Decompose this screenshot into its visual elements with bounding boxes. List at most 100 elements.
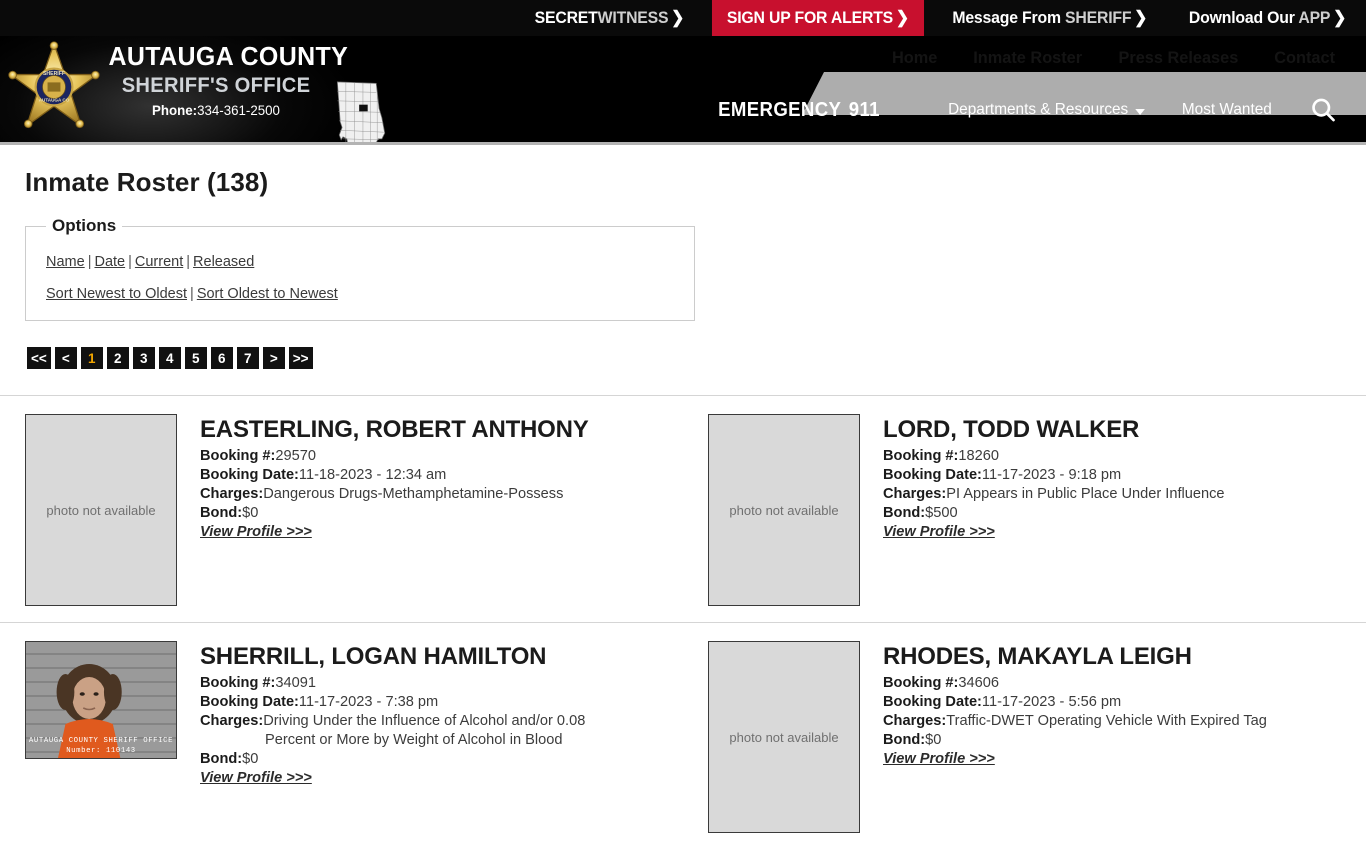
- booking-number-label: Booking #:: [883, 448, 959, 464]
- download-app-strong: Download Our: [1188, 8, 1299, 27]
- pagination-last[interactable]: >>: [288, 347, 313, 369]
- option-released[interactable]: Released: [193, 254, 254, 270]
- sign-up-for-alerts-link[interactable]: SIGN UP FOR ALERTS ❯: [711, 0, 924, 36]
- primary-nav: Home Inmate Roster Press Releases Contac…: [875, 36, 1366, 79]
- booking-date-field: Booking Date:11-17-2023 - 9:18 pm: [883, 466, 1366, 485]
- booking-date-value: 11-18-2023 - 12:34 am: [298, 467, 447, 483]
- chevron-right-icon: ❯: [1333, 8, 1347, 27]
- bond-value: $500: [925, 505, 958, 521]
- nav-item-contact[interactable]: Contact: [1259, 48, 1350, 68]
- bond-value: $0: [242, 505, 259, 521]
- charges-value: Traffic-DWET Operating Vehicle With Expi…: [946, 713, 1267, 729]
- roster-row: photo not available EASTERLING, ROBERT A…: [0, 396, 1366, 623]
- charges-value-continued: Percent or More by Weight of Alcohol in …: [265, 732, 563, 748]
- pagination-page-7[interactable]: 7: [236, 347, 259, 369]
- inmate-photo-placeholder[interactable]: photo not available: [708, 414, 860, 606]
- bond-value: $0: [925, 732, 942, 748]
- booking-number-field: Booking #:29570: [200, 447, 683, 466]
- brand-county-name: AUTAUGA COUNTY: [108, 41, 349, 71]
- inmate-name: SHERRILL, LOGAN HAMILTON: [200, 643, 547, 670]
- nav-item-home[interactable]: Home: [877, 48, 953, 68]
- nav-item-press-releases[interactable]: Press Releases: [1103, 48, 1254, 68]
- pagination-page-4[interactable]: 4: [158, 347, 181, 369]
- inmate-name: RHODES, MAKAYLA LEIGH: [883, 643, 1192, 670]
- secret-witness-link[interactable]: SECRETWITNESS ❯: [521, 0, 697, 36]
- option-sort-newest-to-oldest[interactable]: Sort Newest to Oldest: [46, 286, 187, 302]
- booking-date-field: Booking Date:11-18-2023 - 12:34 am: [200, 466, 683, 485]
- charges-label: Charges:: [883, 486, 947, 502]
- sign-up-alerts-strong: SIGN UP FOR ALERTS: [726, 8, 893, 27]
- emergency-911: 911: [848, 98, 880, 121]
- search-icon[interactable]: [1306, 93, 1340, 127]
- charges-field: Charges:Driving Under the Influence of A…: [200, 712, 683, 750]
- photo-not-available-label: photo not available: [729, 502, 839, 518]
- bond-label: Bond:: [883, 505, 926, 521]
- message-sheriff-strong: Message From: [952, 8, 1066, 27]
- chevron-right-icon: ❯: [670, 8, 685, 27]
- nav-item-departments-resources[interactable]: Departments & Resources: [948, 101, 1145, 119]
- pagination-page-5[interactable]: 5: [184, 347, 207, 369]
- pagination-page-1[interactable]: 1: [80, 347, 103, 369]
- booking-date-label: Booking Date:: [883, 467, 982, 483]
- booking-number-field: Booking #:34091: [200, 674, 683, 693]
- message-from-sheriff-link[interactable]: Message From SHERIFF ❯: [940, 0, 1161, 36]
- bond-field: Bond:$0: [200, 750, 683, 769]
- emergency-number: EMERGENCY 911: [718, 99, 880, 122]
- most-wanted-label: Most Wanted: [1182, 101, 1273, 118]
- booking-date-value: 11-17-2023 - 5:56 pm: [981, 694, 1122, 710]
- booking-number-field: Booking #:34606: [883, 674, 1366, 693]
- charges-field: Charges:Dangerous Drugs-Methamphetamine-…: [200, 485, 683, 504]
- pagination-first[interactable]: <<: [27, 347, 51, 369]
- chevron-right-icon: ❯: [1134, 8, 1148, 27]
- booking-number-field: Booking #:18260: [883, 447, 1366, 466]
- inmate-card: photo not available LORD, TODD WALKER Bo…: [683, 414, 1366, 606]
- download-our-app-link[interactable]: Download Our APP ❯: [1176, 0, 1359, 36]
- pagination: << < 1 2 3 4 5 6 7 > >>: [27, 347, 1366, 369]
- pagination-page-3[interactable]: 3: [132, 347, 155, 369]
- booking-number-label: Booking #:: [200, 448, 276, 464]
- option-name[interactable]: Name: [46, 254, 85, 270]
- nav-item-inmate-roster[interactable]: Inmate Roster: [957, 48, 1097, 68]
- option-current[interactable]: Current: [135, 254, 183, 270]
- pagination-next[interactable]: >: [262, 347, 285, 369]
- view-profile-link[interactable]: View Profile >>>: [200, 524, 312, 540]
- view-profile-link[interactable]: View Profile >>>: [200, 770, 312, 786]
- view-profile-link[interactable]: View Profile >>>: [883, 524, 995, 540]
- inmate-name: LORD, TODD WALKER: [883, 416, 1140, 443]
- inmate-photo-placeholder[interactable]: photo not available: [708, 641, 860, 833]
- pagination-page-6[interactable]: 6: [210, 347, 233, 369]
- option-sort-oldest-to-newest[interactable]: Sort Oldest to Newest: [197, 286, 338, 302]
- booking-date-label: Booking Date:: [200, 467, 299, 483]
- booking-date-field: Booking Date:11-17-2023 - 5:56 pm: [883, 693, 1366, 712]
- booking-number-value: 34606: [958, 675, 999, 691]
- bond-field: Bond:$0: [200, 504, 683, 523]
- option-date[interactable]: Date: [94, 254, 125, 270]
- bond-label: Bond:: [883, 732, 926, 748]
- pagination-page-2[interactable]: 2: [106, 347, 129, 369]
- main-content: Inmate Roster (138) Options Name | Date | Cu…: [0, 145, 1366, 849]
- options-legend: Options: [52, 216, 117, 235]
- charges-field: Charges:PI Appears in Public Place Under…: [883, 485, 1366, 504]
- inmate-photo-placeholder[interactable]: photo not available: [25, 414, 177, 606]
- separator: |: [87, 254, 92, 270]
- inmate-mugshot[interactable]: AUTAUGA COUNTY SHERIFF OFFICE Number: 11…: [25, 641, 177, 759]
- inmate-name: EASTERLING, ROBERT ANTHONY: [200, 416, 589, 443]
- secondary-nav: EMERGENCY 911 Departments & Resources Mos…: [0, 86, 1366, 134]
- top-utility-bar: SECRETWITNESS ❯ SIGN UP FOR ALERTS ❯ Messa…: [0, 0, 1366, 36]
- inmate-roster-list: photo not available EASTERLING, ROBERT A…: [0, 395, 1366, 849]
- photo-not-available-label: photo not available: [729, 729, 839, 745]
- svg-text:Number: 110143: Number: 110143: [66, 747, 136, 755]
- view-profile-link[interactable]: View Profile >>>: [883, 751, 995, 767]
- bond-value: $0: [242, 751, 259, 767]
- charges-value: Dangerous Drugs-Methamphetamine-Possess: [263, 486, 564, 502]
- options-filter-row: Name | Date | Current | Released: [46, 252, 680, 272]
- roster-row: AUTAUGA COUNTY SHERIFF OFFICE Number: 11…: [0, 623, 1366, 849]
- emergency-label: EMERGENCY: [717, 98, 842, 121]
- chevron-down-icon: [1134, 108, 1145, 115]
- nav-item-most-wanted[interactable]: Most Wanted: [1182, 101, 1272, 119]
- booking-number-label: Booking #:: [200, 675, 276, 691]
- charges-value: PI Appears in Public Place Under Influen…: [946, 486, 1225, 502]
- bond-label: Bond:: [200, 505, 243, 521]
- booking-number-value: 29570: [275, 448, 316, 464]
- pagination-prev[interactable]: <: [54, 347, 77, 369]
